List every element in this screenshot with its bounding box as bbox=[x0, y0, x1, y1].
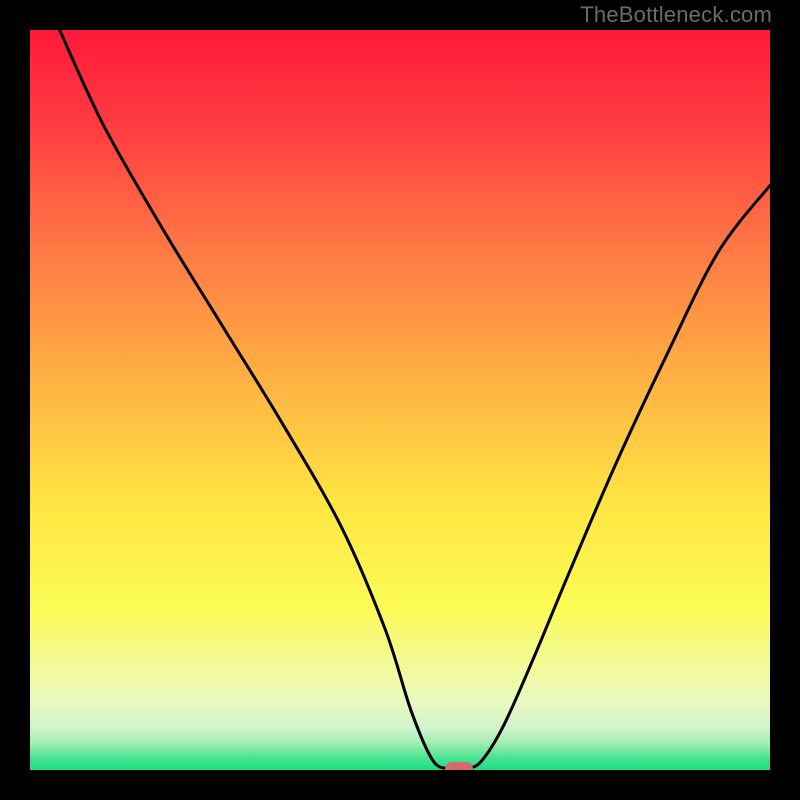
chart-frame: TheBottleneck.com bbox=[0, 0, 800, 800]
bottleneck-curve bbox=[60, 30, 770, 769]
curve-layer bbox=[30, 30, 770, 770]
plot-area bbox=[30, 30, 770, 770]
watermark-text: TheBottleneck.com bbox=[580, 2, 772, 28]
optimum-marker bbox=[445, 762, 473, 770]
